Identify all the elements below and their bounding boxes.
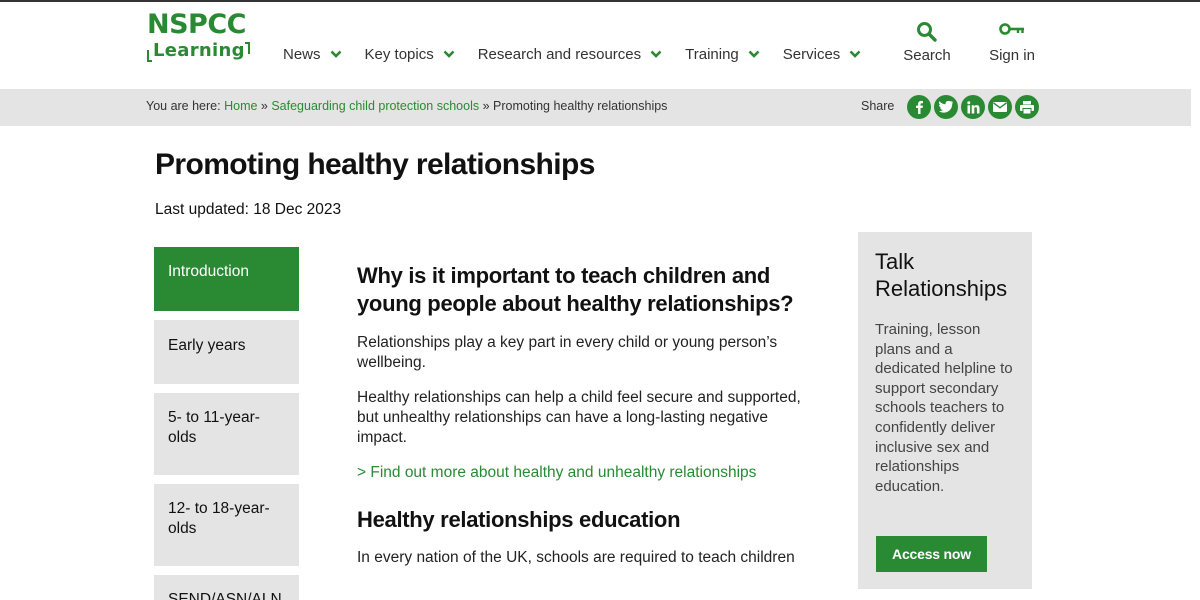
- breadcrumb-home-link[interactable]: Home: [224, 99, 257, 113]
- email-icon: [993, 102, 1007, 112]
- logo-line2: Learning: [153, 40, 245, 61]
- twitter-icon: [939, 101, 953, 113]
- main-content: Why is it important to teach children an…: [357, 262, 807, 568]
- breadcrumb-bar: You are here: Home » Safeguarding child …: [0, 89, 1191, 126]
- nav-item-news[interactable]: News: [283, 42, 342, 66]
- nav-item-label: Training: [685, 45, 739, 63]
- breadcrumb-separator: »: [479, 99, 494, 113]
- sidenav-item-label: SEND/ASN/ALN: [168, 591, 282, 600]
- sidenav-item-label: Introduction: [168, 263, 249, 280]
- nav-item-key-topics[interactable]: Key topics: [365, 42, 455, 66]
- section-heading-education: Healthy relationships education: [357, 507, 681, 532]
- paragraph: Healthy relationships can help a child f…: [357, 389, 801, 446]
- chevron-down-icon: [650, 50, 662, 58]
- breadcrumb-section-link[interactable]: Safeguarding child protection schools: [271, 99, 479, 113]
- email-share-button[interactable]: [988, 95, 1012, 119]
- last-updated: Last updated: 18 Dec 2023: [155, 201, 342, 218]
- find-out-more-link[interactable]: > Find out more about healthy and unheal…: [357, 463, 807, 483]
- sidenav-item-send[interactable]: SEND/ASN/ALN: [154, 575, 299, 600]
- logo-line1: NSPCC: [147, 9, 246, 40]
- facebook-share-button[interactable]: [907, 95, 931, 119]
- sidenav-item-introduction[interactable]: Introduction: [154, 247, 299, 311]
- sidenav-item-early-years[interactable]: Early years: [154, 320, 299, 384]
- main-nav: News Key topics Research and resources T…: [283, 42, 884, 66]
- print-button[interactable]: [1015, 95, 1039, 119]
- paragraph: Relationships play a key part in every c…: [357, 334, 778, 371]
- search-icon: [917, 22, 937, 42]
- promo-title: Talk Relationships: [875, 249, 1008, 301]
- sidenav-item-12-to-18[interactable]: 12- to 18-year-olds: [154, 484, 299, 566]
- nav-item-services[interactable]: Services: [783, 42, 862, 66]
- share-icons: [907, 95, 1042, 119]
- promo-body: Training, lesson plans and a dedicated h…: [875, 321, 1013, 495]
- nav-item-research-resources[interactable]: Research and resources: [478, 42, 662, 66]
- print-icon: [1020, 100, 1034, 114]
- linkedin-share-button[interactable]: [961, 95, 985, 119]
- talk-relationships-promo: Talk Relationships Training, lesson plan…: [858, 232, 1032, 589]
- sign-in-label: Sign in: [989, 47, 1035, 64]
- linkedin-icon: [966, 100, 979, 113]
- breadcrumb-prefix: You are here:: [146, 99, 221, 113]
- sidenav-item-5-to-11[interactable]: 5- to 11-year-olds: [154, 393, 299, 475]
- chevron-down-icon: [748, 50, 760, 58]
- sidenav-item-label: 12- to 18-year-olds: [168, 500, 270, 537]
- page-title: Promoting healthy relationships: [155, 148, 595, 181]
- logo-bracket-right: [245, 42, 250, 54]
- facebook-icon: [916, 100, 923, 114]
- search-label: Search: [903, 47, 951, 64]
- nav-item-label: News: [283, 45, 321, 63]
- sign-in-button[interactable]: Sign in: [977, 20, 1047, 70]
- nspcc-learning-logo[interactable]: NSPCC Learning: [147, 10, 257, 70]
- section-heading-why: Why is it important to teach children an…: [357, 263, 794, 316]
- scrollbar[interactable]: [1191, 89, 1200, 600]
- sidenav-item-label: Early years: [168, 337, 246, 354]
- nav-item-training[interactable]: Training: [685, 42, 760, 66]
- breadcrumb-separator: »: [257, 99, 272, 113]
- chevron-down-icon: [443, 50, 455, 58]
- nav-item-label: Research and resources: [477, 45, 642, 63]
- paragraph: In every nation of the UK, schools are r…: [357, 549, 795, 566]
- chevron-down-icon: [849, 50, 861, 58]
- share-label: Share: [861, 99, 895, 113]
- key-icon: [999, 23, 1024, 35]
- sidenav-item-label: 5- to 11-year-olds: [168, 409, 260, 446]
- search-button[interactable]: Search: [892, 20, 962, 70]
- section-sidenav: Introduction Early years 5- to 11-year-o…: [154, 247, 299, 600]
- chevron-down-icon: [330, 50, 341, 58]
- twitter-share-button[interactable]: [934, 95, 958, 119]
- logo-bracket-left: [147, 50, 152, 62]
- breadcrumb-current: Promoting healthy relationships: [493, 99, 668, 113]
- site-header: NSPCC Learning News Key topics Research …: [0, 2, 1200, 89]
- breadcrumb: You are here: Home » Safeguarding child …: [146, 99, 667, 113]
- nav-item-label: Services: [782, 45, 841, 63]
- access-now-button[interactable]: Access now: [876, 536, 987, 572]
- nav-item-label: Key topics: [364, 45, 434, 63]
